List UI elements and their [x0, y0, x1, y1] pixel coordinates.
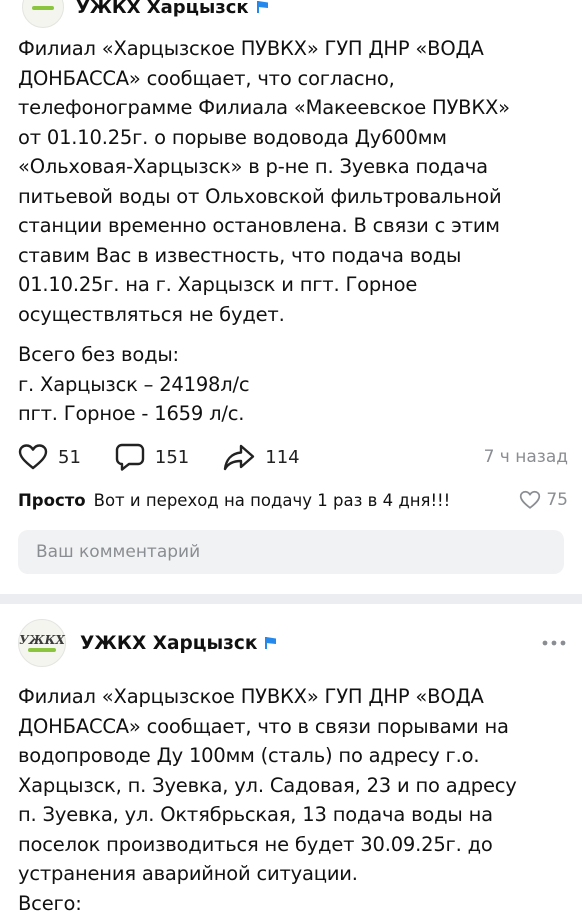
heart-icon — [18, 444, 48, 470]
comment-count: 151 — [154, 446, 190, 468]
post2-author-name[interactable]: УЖКХ Харцызск — [80, 633, 257, 654]
comment-like-count: 75 — [546, 490, 568, 510]
speech-bubble-icon — [115, 443, 145, 471]
text-line: водопроводе Ду 100мм (сталь) по адресу г… — [18, 744, 480, 767]
text-line: Филиал «Харцызское ПУВКХ» ГУП ДНР «ВОДА — [18, 37, 484, 60]
text-line: питьевой воды от Ольховской фильтровальн… — [18, 184, 502, 208]
like-count: 51 — [58, 446, 81, 468]
share-arrow-icon — [224, 444, 255, 471]
avatar-logo-text: УЖКХ — [19, 633, 65, 647]
flag-icon — [256, 1, 268, 13]
text-line: Филиал «Харцызское ПУВКХ» ГУП ДНР «ВОДА — [18, 685, 484, 708]
comment-placeholder: Ваш комментарий — [36, 542, 201, 562]
post1-summary: Всего без воды: г. Харцызск – 24198л/с п… — [18, 340, 568, 429]
post2-avatar[interactable]: УЖКХ — [18, 619, 66, 667]
top-comment[interactable]: Просто Вот и переход на подачу 1 раз в 4… — [18, 486, 568, 514]
comment-input[interactable]: Ваш комментарий — [18, 530, 564, 574]
text-line: осуществляться не будет. — [18, 302, 285, 326]
like-button[interactable]: 51 — [18, 443, 81, 471]
avatar-logo-bar — [32, 6, 54, 10]
post2-header: УЖКХ УЖКХ Харцызск — [18, 618, 568, 668]
heart-icon — [520, 490, 541, 509]
post-separator — [0, 594, 582, 604]
post-time[interactable]: 7 ч назад — [484, 447, 568, 467]
text-line: телефонограмме Филиала «Макеевское ПУВКХ… — [18, 96, 510, 119]
text-line: поселок производиться не будет 30.09.25г… — [18, 832, 493, 856]
text-line: г. Харцызск – 24198л/с — [18, 372, 250, 396]
text-line: ДОНБАССА» сообщает, что согласно, — [18, 66, 395, 90]
more-dots-icon[interactable] — [540, 631, 568, 655]
comment-button[interactable]: 151 — [115, 442, 189, 472]
text-line: «Ольховая-Харцызск» в р-не п. Зуевка под… — [18, 155, 488, 178]
flag-icon — [265, 637, 277, 649]
text-line: 01.10.25г. на г. Харцызск и пгт. Горное — [18, 273, 418, 296]
comment-author[interactable]: Просто — [18, 491, 86, 510]
post1-header: УЖКХ Харцызск — [22, 0, 269, 28]
share-button[interactable]: 114 — [223, 443, 300, 471]
text-line: Всего без воды: — [18, 343, 179, 366]
avatar-logo-bar — [28, 648, 56, 652]
post1-text: Филиал «Харцызское ПУВКХ» ГУП ДНР «ВОДА … — [18, 34, 568, 329]
text-line: п. Зуевка, ул. Октябрьская, 13 подача во… — [18, 803, 493, 826]
text-line: Харцызск, п. Зуевка, ул. Садовая, 23 и п… — [18, 773, 517, 797]
repost-count: 114 — [265, 446, 300, 468]
text-line: ставим Вас в известность, что подача вод… — [18, 243, 462, 267]
post1-avatar[interactable] — [22, 0, 64, 28]
post1-author-name[interactable]: УЖКХ Харцызск — [76, 0, 249, 18]
post1-action-bar: 51 151 114 7 ч назад — [18, 440, 568, 474]
text-line: пгт. Горное - 1659 л/с. — [18, 402, 245, 425]
text-line: ДОНБАССА» сообщает, что в связи порывами… — [18, 714, 509, 738]
comment-like-button[interactable]: 75 — [519, 490, 568, 510]
text-line: станции временно остановлена. В связи с … — [18, 214, 500, 237]
text-line: от 01.10.25г. о порыве водовода Ду600мм — [18, 125, 447, 149]
text-line: устранения аварийной ситуации. — [18, 862, 358, 885]
post2-text: Филиал «Харцызское ПУВКХ» ГУП ДНР «ВОДА … — [18, 682, 568, 918]
text-line: Всего: — [18, 891, 82, 915]
comment-text: Вот и переход на подачу 1 раз в 4 дня!!! — [93, 490, 451, 510]
